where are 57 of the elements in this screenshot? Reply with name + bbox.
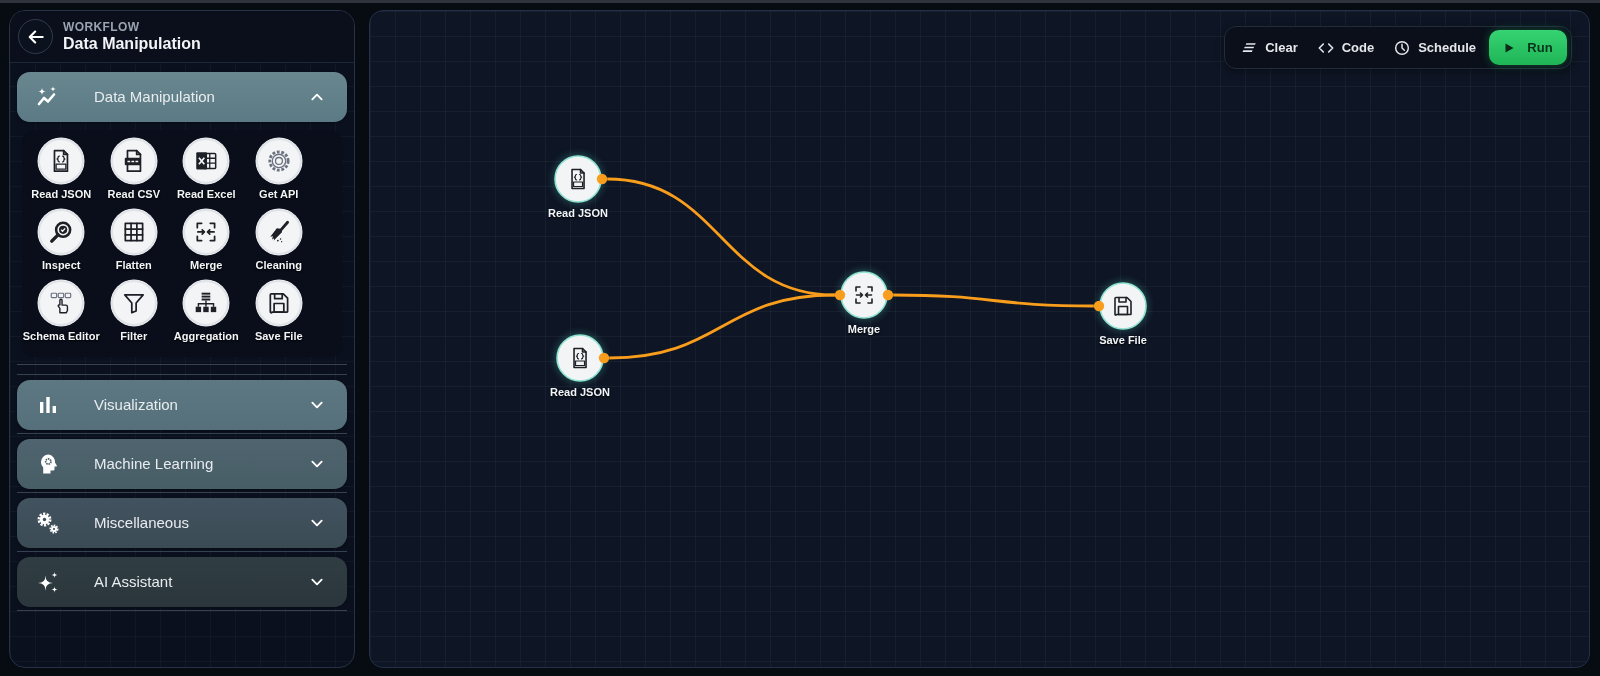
- run-button[interactable]: Run: [1489, 30, 1567, 65]
- csv-file-icon: [109, 137, 158, 185]
- flow-node[interactable]: Read JSON: [550, 334, 610, 399]
- port-handle[interactable]: [834, 289, 846, 301]
- palette-tool[interactable]: Flatten: [109, 208, 158, 272]
- back-button[interactable]: [18, 19, 53, 54]
- clock-icon: [1394, 39, 1411, 56]
- floppy-disk-icon: [1099, 282, 1147, 330]
- palette-tool[interactable]: Merge: [182, 208, 231, 272]
- play-icon: [1503, 41, 1516, 54]
- merge-arrows-icon: [840, 271, 888, 319]
- workflow-label: WORKFLOW: [63, 20, 141, 34]
- lines-icon: [1242, 40, 1258, 55]
- pointer-hand-icon: [37, 279, 86, 327]
- category-header[interactable]: Machine Learning: [17, 439, 347, 489]
- workflow-canvas[interactable]: Clear Code Schedule Run Read JSON Read JSON Merge Save File: [369, 10, 1590, 668]
- floppy-disk-icon: [254, 279, 303, 327]
- clear-button[interactable]: Clear: [1233, 30, 1307, 65]
- connection-edge[interactable]: [893, 293, 1094, 308]
- palette-tool[interactable]: Read CSV: [107, 137, 161, 201]
- category-header[interactable]: Miscellaneous: [17, 498, 347, 548]
- connection-edge[interactable]: [609, 293, 835, 360]
- gears-icon: [36, 511, 60, 535]
- category-header[interactable]: Visualization: [17, 380, 347, 430]
- palette-tool[interactable]: Read JSON: [31, 137, 92, 201]
- category-header[interactable]: AI Assistant: [17, 557, 347, 607]
- palette-tool[interactable]: Cleaning: [254, 208, 303, 272]
- palette-tool[interactable]: Filter: [109, 279, 158, 343]
- code-button[interactable]: Code: [1308, 30, 1384, 65]
- grid-icon: [109, 208, 158, 256]
- spreadsheet-icon: [182, 137, 231, 185]
- palette-tool[interactable]: Aggregation: [173, 279, 239, 343]
- connection-edge[interactable]: [607, 177, 835, 297]
- hierarchy-icon: [182, 279, 231, 327]
- port-handle[interactable]: [596, 173, 608, 185]
- flow-node[interactable]: Read JSON: [548, 155, 608, 220]
- flow-node[interactable]: Merge: [840, 271, 888, 336]
- broom-icon: [254, 208, 303, 256]
- json-file-icon: [556, 334, 604, 382]
- flow-node[interactable]: Save File: [1099, 282, 1147, 347]
- palette-tool[interactable]: Save File: [254, 279, 303, 343]
- port-handle[interactable]: [882, 289, 894, 301]
- palette-tool[interactable]: Schema Editor: [22, 279, 100, 343]
- json-file-icon: [37, 137, 86, 185]
- port-handle[interactable]: [1093, 300, 1105, 312]
- port-handle[interactable]: [598, 352, 610, 364]
- gear-icon: [254, 137, 303, 185]
- category-header[interactable]: Data Manipulation: [17, 72, 347, 122]
- json-file-icon: [554, 155, 602, 203]
- palette-tool[interactable]: Inspect: [37, 208, 86, 272]
- schedule-button[interactable]: Schedule: [1385, 30, 1485, 65]
- palette-tool[interactable]: Get API: [254, 137, 303, 201]
- merge-arrows-icon: [182, 208, 231, 256]
- magnifier-check-icon: [37, 208, 86, 256]
- funnel-icon: [109, 279, 158, 327]
- palette-tool[interactable]: Read Excel: [176, 137, 236, 201]
- workflow-title: Data Manipulation: [63, 34, 201, 53]
